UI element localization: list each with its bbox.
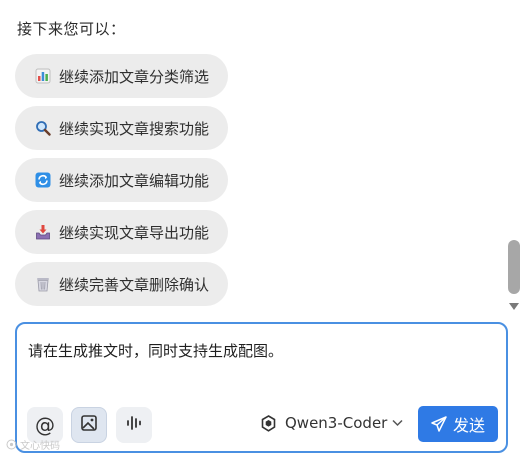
wastebasket-icon	[35, 276, 51, 292]
suggestion-label: 继续实现文章搜索功能	[59, 119, 210, 138]
suggestion-chip-filter[interactable]: 继续添加文章分类筛选	[15, 54, 229, 98]
suggestion-label: 继续实现文章导出功能	[59, 223, 210, 242]
image-icon	[80, 414, 98, 436]
model-selector[interactable]: Qwen3-Coder	[260, 414, 403, 432]
suggestion-chip-search[interactable]: 继续实现文章搜索功能	[15, 106, 229, 150]
suggestion-chip-export[interactable]: 继续实现文章导出功能	[15, 210, 229, 254]
watermark: 文心快码	[6, 437, 60, 452]
bar-chart-icon	[35, 68, 51, 84]
image-button[interactable]	[71, 407, 107, 443]
model-name: Qwen3-Coder	[285, 414, 388, 432]
inbox-tray-icon	[35, 224, 51, 240]
send-label: 发送	[452, 416, 485, 435]
suggestion-label: 继续添加文章分类筛选	[59, 67, 210, 86]
suggestion-list: 继续添加文章分类筛选 继续实现文章搜索功能 继续添加文章编辑功能 继续实现文章导…	[15, 54, 229, 314]
suggestion-label: 继续添加文章编辑功能	[59, 171, 210, 190]
watermark-text: 文心快码	[20, 441, 60, 452]
suggestion-chip-delete[interactable]: 继续完善文章删除确认	[15, 262, 229, 306]
magnifier-icon	[35, 120, 51, 136]
suggestion-label: 继续完善文章删除确认	[59, 275, 210, 294]
send-button[interactable]: 发送	[418, 406, 498, 442]
qwen-logo-icon	[260, 414, 277, 432]
suggestions-heading: 接下来您可以：	[17, 20, 126, 38]
scroll-down-arrow[interactable]	[509, 303, 519, 310]
send-icon	[431, 416, 447, 432]
voice-waveform-icon	[125, 414, 143, 436]
chevron-down-icon	[392, 419, 403, 427]
at-icon: @	[35, 413, 55, 437]
message-composer[interactable]: 请在生成推文时，同时支持生成配图。 @ Qwen3-Coder 发送	[15, 322, 508, 453]
scrollbar-thumb[interactable]	[508, 240, 520, 294]
suggestion-chip-edit[interactable]: 继续添加文章编辑功能	[15, 158, 229, 202]
watermark-logo-icon	[6, 439, 17, 450]
voice-button[interactable]	[116, 407, 152, 443]
message-input[interactable]: 请在生成推文时，同时支持生成配图。	[28, 340, 283, 361]
refresh-icon	[35, 172, 51, 188]
